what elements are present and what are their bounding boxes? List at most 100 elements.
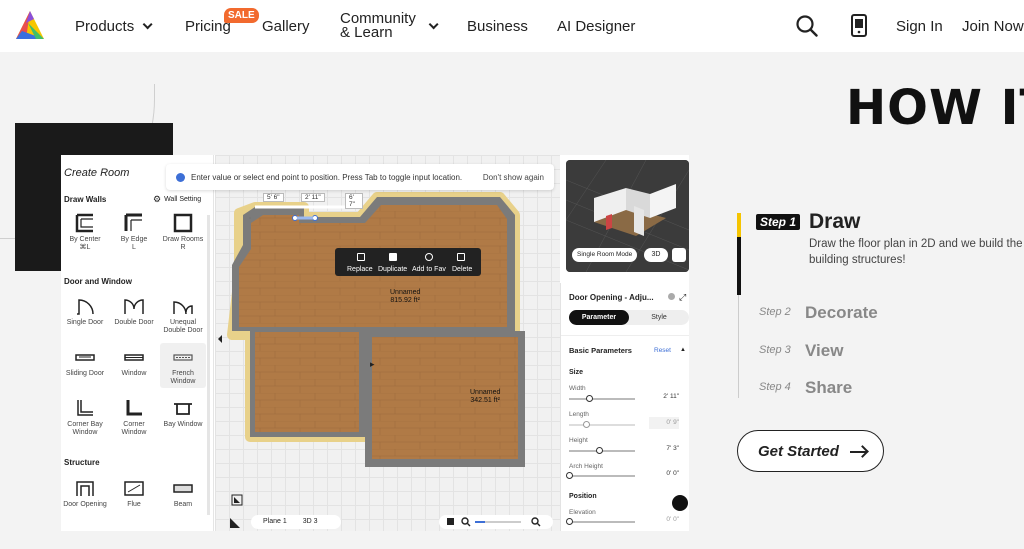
height-slider[interactable] [569,447,635,454]
search-icon[interactable] [796,15,818,37]
step1-title[interactable]: Draw [809,210,860,234]
tool-bay-window[interactable]: Bay Window [160,398,206,429]
step1-description: Draw the floor plan in 2D and we build t… [809,238,1023,266]
zoom-slider[interactable] [475,521,521,523]
width-value[interactable]: 2' 11" [649,391,679,403]
draw-rooms-icon [173,213,193,233]
ctx-delete[interactable]: Delete [452,266,472,273]
zoom-in-icon[interactable] [531,517,541,527]
length-slider[interactable] [569,421,635,428]
reset-button[interactable]: Reset [654,347,671,354]
height-knob[interactable] [595,447,603,454]
info-icon[interactable] [668,293,675,300]
double-door-icon [124,296,144,316]
join-now-link[interactable]: Join Now [962,0,1024,52]
single-room-mode-label: Single Room Mode [577,251,633,258]
corner-window-icon [124,398,144,418]
nav-community[interactable]: Community & Learn [340,0,439,52]
arch-knob[interactable] [566,472,573,479]
single-room-mode-toggle[interactable]: Single Room Mode [572,248,638,262]
position-heading: Position [569,493,597,500]
tab-style[interactable]: Style [629,310,689,325]
collapse-sidebar-icon[interactable] [217,332,223,346]
tool-draw-rooms[interactable]: Draw Rooms R [160,213,206,252]
dimension-label: 2' 11" [301,193,325,202]
tab-parameter[interactable]: Parameter [569,310,629,325]
step2-title[interactable]: Decorate [805,303,878,323]
star-icon [425,253,433,261]
dont-show-again-link[interactable]: Don't show again [483,173,544,182]
nav-products[interactable]: Products [75,0,153,52]
level-selector[interactable]: Plane 1 3D 3 [251,515,341,529]
expand-icon[interactable]: ⤢ [679,292,686,303]
elevation-value[interactable]: 0' 0" [649,514,679,526]
fit-screen-icon[interactable] [447,518,454,525]
step-progress-active [737,213,741,237]
expand-preview-icon[interactable] [672,248,686,262]
tool-label: Window [121,370,147,377]
tool-french-window[interactable]: French Window [160,343,206,388]
tool-corner-window[interactable]: Corner Window [111,398,157,437]
collapse-icon[interactable]: ▲ [680,347,686,353]
wall-center-icon [75,213,95,233]
length-value[interactable]: 0' 9" [649,417,679,429]
floor-plan-canvas[interactable]: 5' 6" 2' 11" 6' 7" Unnamed 815.92 ft² Un… [215,155,560,531]
tool-sliding-door[interactable]: Sliding Door [62,347,108,378]
ctx-duplicate[interactable]: Duplicate [378,266,407,273]
french-window-icon [173,347,193,367]
ctx-add-to-fav[interactable]: Add to Fav [412,266,446,273]
replace-icon [357,253,365,261]
3d-preview[interactable]: Single Room Mode 3D [566,160,689,272]
sign-in-label: Sign In [896,17,943,35]
planner-logo-icon[interactable] [14,9,46,43]
elevation-knob[interactable] [566,518,573,525]
nav-pricing[interactable]: Pricing [185,0,231,52]
length-knob[interactable] [582,421,590,428]
tool-single-door[interactable]: Single Door [62,296,108,327]
step4-title[interactable]: Share [805,378,852,398]
tool-by-center[interactable]: By Center ⌘L [62,213,108,252]
tool-double-door[interactable]: Double Door [111,296,157,327]
grid-toggle-icon[interactable] [231,493,243,506]
wall-setting-button[interactable]: ⚙ Wall Setting [153,194,201,205]
tool-label: Corner Window [121,421,147,436]
tool-corner-bay-window[interactable]: Corner Bay Window [62,398,108,437]
tool-by-edge[interactable]: By Edge L [111,213,157,252]
nav-gallery[interactable]: Gallery [262,0,310,52]
draw-walls-heading: Draw Walls [64,195,107,204]
canvas-bottom-bar: Plane 1 3D 3 [215,513,560,531]
chat-icon[interactable] [672,495,688,511]
width-knob[interactable] [585,395,593,402]
nav-ai-designer[interactable]: AI Designer [557,0,635,52]
mobile-app-icon[interactable] [850,14,868,38]
tool-shortcut: ⌘L [79,244,91,251]
tool-label: By Edge [120,236,148,243]
step3-title[interactable]: View [805,341,843,361]
ctx-replace[interactable]: Replace [347,266,373,273]
tool-shortcut: R [180,244,186,251]
tool-flue[interactable]: Flue [111,478,157,509]
sidebar-scrollbar[interactable] [207,215,210,515]
tool-label: Sliding Door [65,370,105,377]
tool-door-opening[interactable]: Door Opening [62,478,108,509]
zoom-out-icon[interactable] [461,517,471,527]
nav-business[interactable]: Business [467,0,528,52]
sign-in-link[interactable]: Sign In [896,0,943,52]
width-label: Width [569,385,586,392]
arch-height-value[interactable]: 0' 0" [649,468,679,480]
arch-height-slider[interactable] [566,472,635,479]
3d-view-button[interactable]: 3D [644,248,668,262]
trash-icon [457,253,465,261]
get-started-button[interactable]: Get Started [737,430,884,472]
tool-window[interactable]: Window [111,347,157,378]
height-value[interactable]: 7' 3" [649,443,679,455]
tool-label: Double Door [114,319,154,326]
width-slider[interactable] [569,395,635,402]
room-label[interactable]: Unnamed 815.92 ft² [390,289,420,305]
elevation-slider[interactable] [566,518,635,525]
tool-beam[interactable]: Beam [160,478,206,509]
room-label[interactable]: Unnamed 342.51 ft² [470,389,500,405]
ruler-icon[interactable] [229,516,241,528]
door-window-heading: Door and Window [64,277,132,286]
tool-unequal-double-door[interactable]: Unequal Double Door [160,296,206,335]
